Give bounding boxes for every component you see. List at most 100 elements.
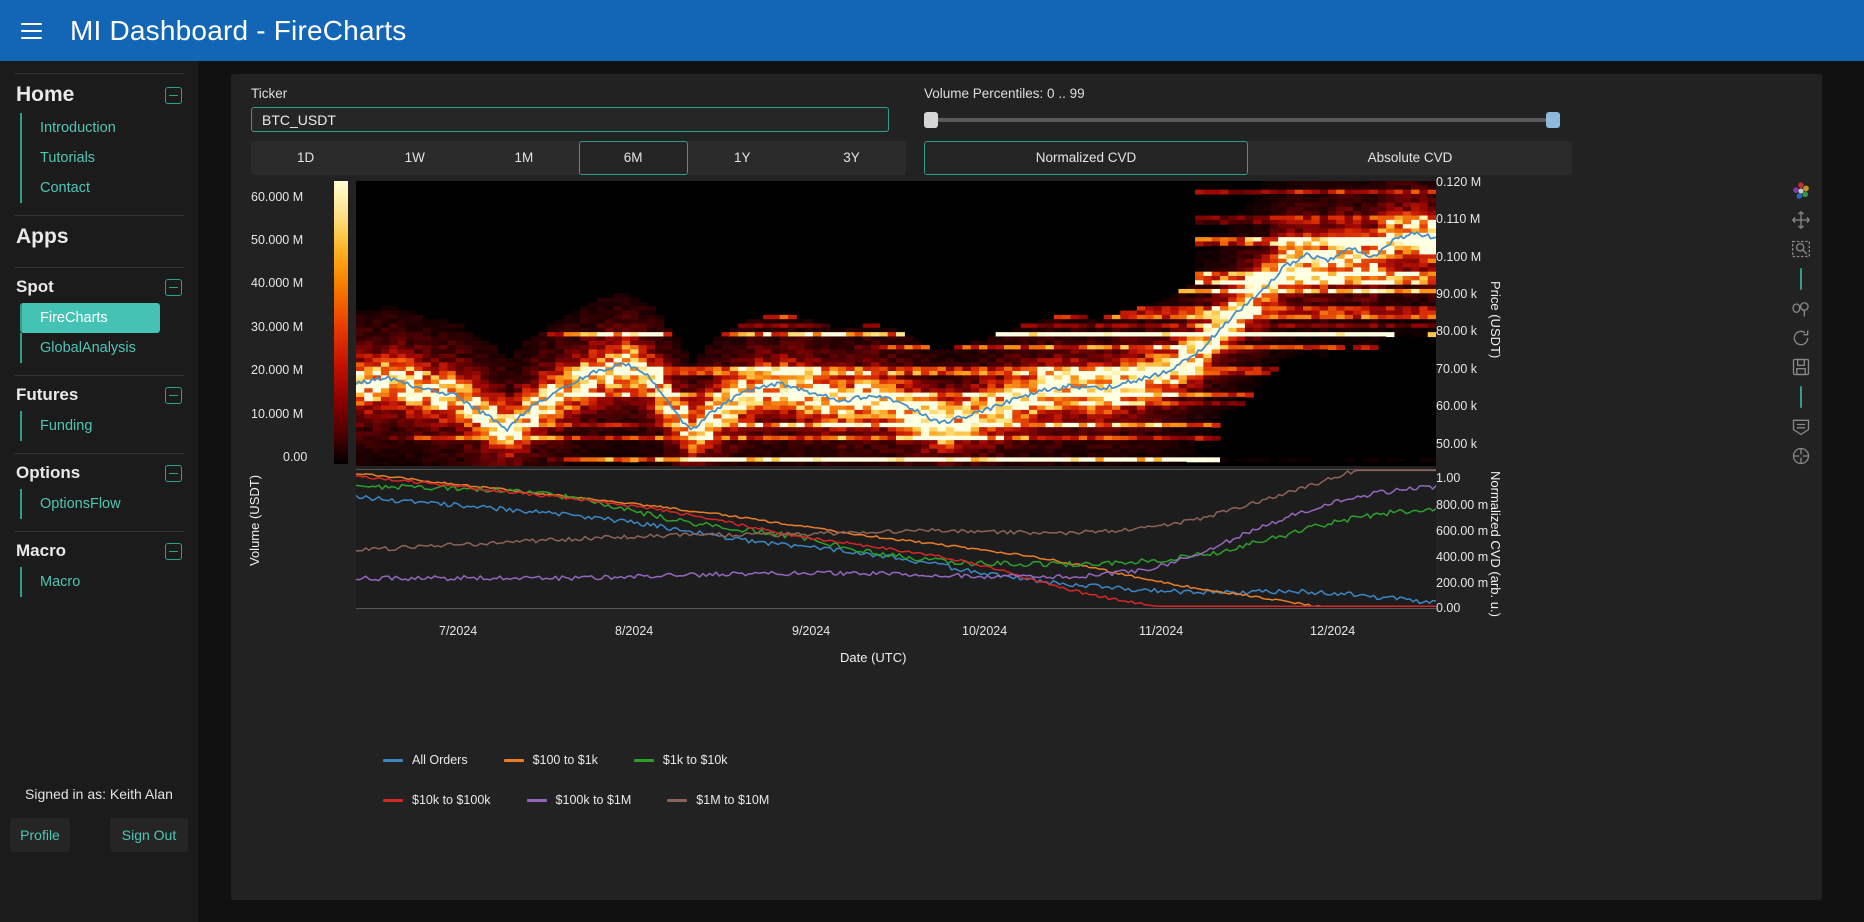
pan-icon[interactable]	[1791, 210, 1811, 230]
axis-tick: 0.00	[283, 450, 308, 464]
profile-button[interactable]: Profile	[10, 818, 70, 852]
toolbar-divider	[1800, 386, 1802, 408]
legend-swatch	[383, 798, 403, 802]
slider-track[interactable]	[924, 118, 1560, 122]
axis-tick: 90.00 k	[1436, 287, 1478, 301]
tab-normalized-cvd[interactable]: Normalized CVD	[924, 141, 1248, 175]
sign-out-button[interactable]: Sign Out	[110, 818, 188, 852]
hover-icon[interactable]	[1791, 417, 1811, 437]
axis-tick: 9/2024	[792, 624, 831, 638]
volume-colorbar	[334, 181, 348, 464]
sidebar-group-label: Options	[16, 463, 81, 482]
axis-tick: 50.00 k	[1436, 437, 1478, 451]
plot-toolbar	[1788, 181, 1814, 466]
tab-1m[interactable]: 1M	[469, 141, 578, 175]
cvd-line-chart[interactable]	[356, 469, 1436, 609]
sidebar-group-home: Home	[10, 74, 188, 113]
axis-tick: 0.110 M	[1436, 212, 1481, 226]
sidebar-group-spot: Spot	[10, 268, 188, 303]
axis-tick: 0.100 M	[1436, 250, 1482, 264]
axis-tick: 600.00 m	[1436, 524, 1489, 538]
axis-tick: 60.000 M	[251, 190, 304, 204]
legend-label: All Orders	[412, 753, 468, 767]
reset-icon[interactable]	[1791, 328, 1811, 348]
sidebar-item-globalanalysis[interactable]: GlobalAnalysis	[20, 333, 188, 363]
legend-row: All Orders $100 to $1k $1k to $10k	[383, 753, 1283, 767]
legend-item-10k-to-100k[interactable]: $10k to $100k	[383, 793, 491, 807]
legend-label: $1k to $10k	[662, 753, 728, 767]
sidebar-item-introduction[interactable]: Introduction	[20, 113, 188, 143]
tab-1d[interactable]: 1D	[251, 141, 360, 175]
legend-item-100-to-1k[interactable]: $100 to $1k	[503, 753, 598, 767]
collapse-icon[interactable]	[165, 86, 182, 104]
legend-label: $100k to $1M	[555, 793, 632, 807]
toolbar-divider	[1800, 268, 1802, 290]
volume-heatmap[interactable]	[356, 181, 1436, 466]
axis-tick: 1.00	[1436, 471, 1461, 485]
slider-handle-min[interactable]	[924, 112, 938, 128]
ticker-input[interactable]	[251, 107, 889, 132]
upper-right-axis-title: Price (USDT)	[1488, 281, 1503, 359]
sidebar-group-label: Spot	[16, 277, 54, 296]
volume-percentiles-label: Volume Percentiles: 0 .. 99	[924, 86, 1085, 101]
upper-left-axis-title: Volume (USDT)	[247, 474, 262, 566]
chart-panel: Ticker Volume Percentiles: 0 .. 99 1D 1W	[231, 74, 1822, 900]
chart-plot-area[interactable]: Volume (USDT) 60.000 M 50.000 M 40.000 M…	[231, 175, 1822, 821]
axis-tick: 800.00 m	[1436, 498, 1489, 512]
sidebar-group-label: Home	[16, 83, 75, 106]
axis-tick: 80.00 k	[1436, 324, 1478, 338]
tabs-row: 1D 1W 1M 6M 1Y 3Y Normalized CVD Absolut…	[231, 141, 1822, 175]
crosshair-icon[interactable]	[1791, 446, 1811, 466]
save-icon[interactable]	[1791, 357, 1811, 377]
collapse-icon[interactable]	[165, 542, 182, 560]
axis-tick: 20.000 M	[251, 363, 304, 377]
sidebar-item-optionsflow[interactable]: OptionsFlow	[20, 489, 188, 519]
sidebar-item-funding[interactable]: Funding	[20, 411, 188, 441]
axis-tick: 60.00 k	[1436, 399, 1478, 413]
sidebar-group-options: Options	[10, 454, 188, 489]
sidebar: Home Introduction Tutorials Contact Apps…	[0, 61, 198, 922]
tab-3y[interactable]: 3Y	[797, 141, 906, 175]
volume-percentiles-slider[interactable]	[924, 107, 1560, 132]
sidebar-group-label: Futures	[16, 385, 79, 404]
tab-1w[interactable]: 1W	[360, 141, 469, 175]
tab-1y[interactable]: 1Y	[688, 141, 797, 175]
slider-handle-max[interactable]	[1546, 112, 1560, 128]
box-zoom-icon[interactable]	[1791, 239, 1811, 259]
legend-item-1m-to-10m[interactable]: $1M to $10M	[667, 793, 769, 807]
sidebar-item-contact[interactable]: Contact	[20, 173, 188, 203]
axis-tick: 12/2024	[1310, 624, 1356, 638]
legend-item-1k-to-10k[interactable]: $1k to $10k	[633, 753, 728, 767]
controls-row: Ticker Volume Percentiles: 0 .. 99	[231, 86, 1822, 132]
axis-tick: 10/2024	[962, 624, 1008, 638]
ticker-label: Ticker	[251, 86, 288, 101]
legend-swatch	[383, 758, 403, 762]
legend-item-100k-to-1m[interactable]: $100k to $1M	[526, 793, 632, 807]
axis-tick: 0.00	[1436, 601, 1461, 615]
legend-swatch	[503, 758, 524, 762]
lasso-select-icon[interactable]	[1791, 299, 1811, 319]
sidebar-group-futures: Futures	[10, 376, 188, 411]
tab-6m[interactable]: 6M	[578, 141, 688, 175]
axis-tick: 50.000 M	[251, 233, 304, 247]
auth-buttons: Profile Sign Out	[10, 818, 188, 852]
sidebar-group-macro: Macro	[10, 532, 188, 567]
collapse-icon[interactable]	[165, 386, 182, 404]
axis-tick: 7/2024	[439, 624, 478, 638]
tab-absolute-cvd[interactable]: Absolute CVD	[1248, 141, 1572, 175]
palette-icon[interactable]	[1791, 181, 1811, 201]
axis-tick: 40.000 M	[251, 276, 304, 290]
legend-swatch	[526, 798, 547, 802]
hamburger-icon[interactable]	[14, 14, 48, 48]
cvd-tab-group: Normalized CVD Absolute CVD	[924, 141, 1572, 175]
legend-swatch	[667, 798, 688, 802]
sidebar-item-tutorials[interactable]: Tutorials	[20, 143, 188, 173]
legend-label: $100 to $1k	[532, 753, 598, 767]
legend-item-all-orders[interactable]: All Orders	[383, 753, 468, 767]
axis-tick: 200.00 m	[1436, 576, 1489, 590]
sidebar-item-firecharts[interactable]: FireCharts	[20, 303, 160, 333]
legend-row: $10k to $100k $100k to $1M $1M to $10M	[383, 793, 1283, 807]
collapse-icon[interactable]	[165, 278, 182, 296]
collapse-icon[interactable]	[165, 464, 182, 482]
sidebar-item-macro[interactable]: Macro	[20, 567, 188, 597]
